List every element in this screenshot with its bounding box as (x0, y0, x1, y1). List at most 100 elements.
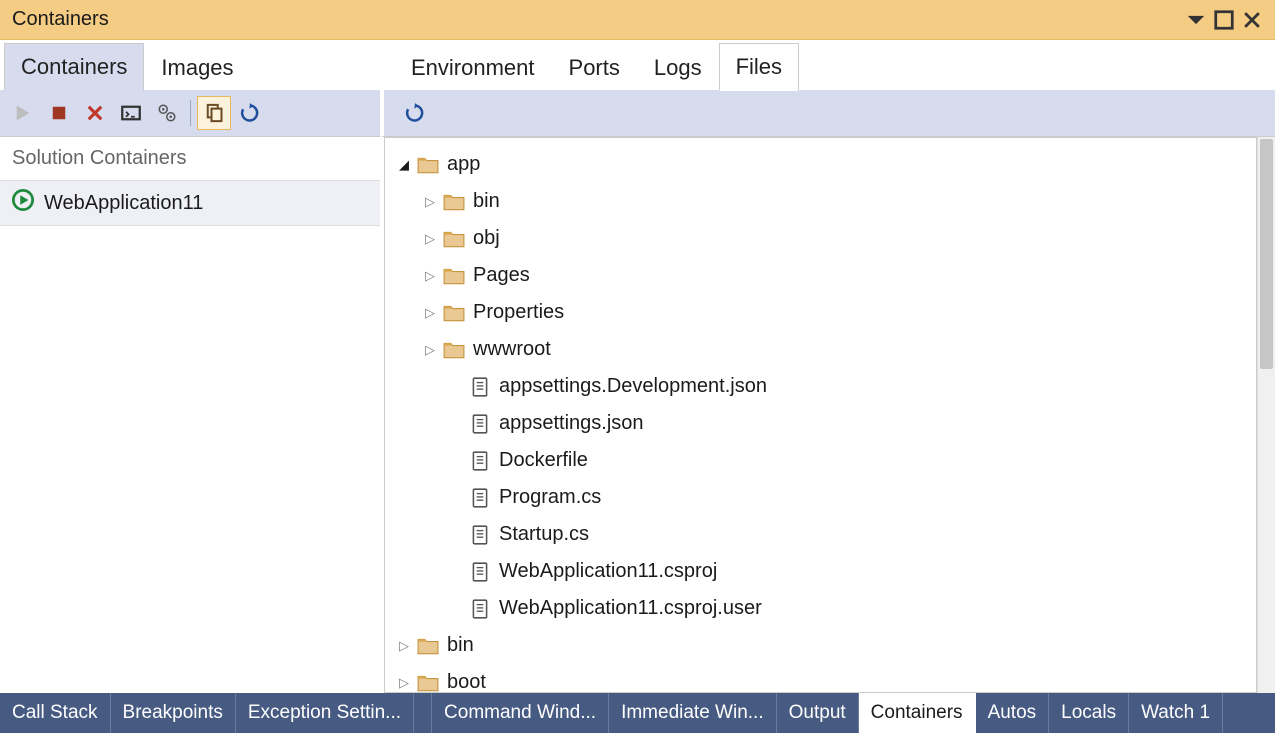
scrollbar-thumb[interactable] (1260, 139, 1273, 369)
tab-containers[interactable]: Containers (4, 43, 144, 91)
start-button[interactable] (6, 96, 40, 130)
tree-row[interactable]: ▷ bin (385, 183, 1256, 220)
file-icon (467, 525, 493, 545)
right-panel: ◢ app ▷ bin ▷ obj ▷ Pages ▷ Properties ▷ wwwroot app… (380, 136, 1275, 693)
left-tab-group: Containers Images (0, 40, 380, 90)
file-icon (467, 599, 493, 619)
folder-icon (415, 636, 441, 656)
tree-item-label: app (447, 153, 480, 176)
toolbar-separator (190, 100, 191, 126)
run-icon (12, 189, 34, 217)
remove-button[interactable] (78, 96, 112, 130)
folder-icon (441, 192, 467, 212)
settings-button[interactable] (150, 96, 184, 130)
folder-icon (441, 229, 467, 249)
tree-row[interactable]: ▷ Pages (385, 257, 1256, 294)
tab-environment[interactable]: Environment (394, 44, 552, 91)
bottom-tab[interactable]: Call Stack (0, 693, 111, 733)
terminal-button[interactable] (114, 96, 148, 130)
solution-containers-header: Solution Containers (0, 137, 380, 180)
bottom-tab[interactable]: Breakpoints (111, 693, 236, 733)
bottom-tab[interactable]: Output (777, 693, 859, 733)
tree-item-label: Pages (473, 264, 530, 287)
bottom-tab[interactable]: Autos (976, 693, 1050, 733)
tree-item-label: WebApplication11.csproj (499, 560, 717, 583)
right-tab-group: Environment Ports Logs Files (380, 40, 1275, 90)
tree-row[interactable]: ▷ wwwroot (385, 331, 1256, 368)
close-button[interactable] (1241, 9, 1263, 31)
left-panel: Solution Containers WebApplication11 (0, 136, 380, 693)
container-item-label: WebApplication11 (44, 192, 203, 215)
folder-icon (441, 266, 467, 286)
tree-row[interactable]: Program.cs (385, 479, 1256, 516)
refresh-left-button[interactable] (233, 96, 267, 130)
toolbar-row (0, 90, 1275, 136)
refresh-right-button[interactable] (398, 96, 432, 130)
tree-row[interactable]: Dockerfile (385, 442, 1256, 479)
main-area: Solution Containers WebApplication11 ◢ ap… (0, 136, 1275, 693)
bottom-tab-spacer (414, 693, 432, 733)
maximize-button[interactable] (1213, 9, 1235, 31)
tree-item-label: Startup.cs (499, 523, 589, 546)
tree-item-label: bin (447, 634, 474, 657)
folder-icon (415, 155, 441, 175)
bottom-tab[interactable]: Command Wind... (432, 693, 609, 733)
tree-row[interactable]: ▷ bin (385, 627, 1256, 664)
tree-row[interactable]: ▷ boot (385, 664, 1256, 693)
title-bar: Containers (0, 0, 1275, 40)
tree-item-label: WebApplication11.csproj.user (499, 597, 762, 620)
tree-row[interactable]: ◢ app (385, 146, 1256, 183)
collapse-icon[interactable]: ◢ (395, 157, 413, 173)
expand-icon[interactable]: ▷ (421, 342, 439, 358)
bottom-tab[interactable]: Exception Settin... (236, 693, 414, 733)
expand-icon[interactable]: ▷ (421, 194, 439, 210)
tree-item-label: bin (473, 190, 500, 213)
folder-icon (415, 673, 441, 693)
expand-icon[interactable]: ▷ (421, 268, 439, 284)
tree-row[interactable]: ▷ obj (385, 220, 1256, 257)
file-icon (467, 451, 493, 471)
bottom-tool-window-tabs: Call StackBreakpointsException Settin...… (0, 693, 1275, 733)
tree-row[interactable]: ▷ Properties (385, 294, 1256, 331)
bottom-tab[interactable]: Watch 1 (1129, 693, 1223, 733)
stop-button[interactable] (42, 96, 76, 130)
tree-item-label: Dockerfile (499, 449, 588, 472)
left-toolbar (0, 90, 380, 136)
tab-ports[interactable]: Ports (552, 44, 637, 91)
bottom-tab[interactable]: Locals (1049, 693, 1129, 733)
tab-images[interactable]: Images (144, 44, 250, 91)
tree-item-label: wwwroot (473, 338, 551, 361)
multi-container-button[interactable] (197, 96, 231, 130)
tab-logs[interactable]: Logs (637, 44, 719, 91)
expand-icon[interactable]: ▷ (395, 675, 413, 691)
folder-icon (441, 340, 467, 360)
tree-row[interactable]: WebApplication11.csproj (385, 553, 1256, 590)
expand-icon[interactable]: ▷ (421, 305, 439, 321)
tab-files[interactable]: Files (719, 43, 799, 91)
file-icon (467, 488, 493, 508)
dropdown-button[interactable] (1185, 9, 1207, 31)
expand-icon[interactable]: ▷ (395, 638, 413, 654)
file-icon (467, 562, 493, 582)
tree-row[interactable]: appsettings.json (385, 405, 1256, 442)
expand-icon[interactable]: ▷ (421, 231, 439, 247)
tree-item-label: Properties (473, 301, 564, 324)
tree-item-label: appsettings.Development.json (499, 375, 767, 398)
tree-row[interactable]: WebApplication11.csproj.user (385, 590, 1256, 627)
file-icon (467, 377, 493, 397)
tab-row: Containers Images Environment Ports Logs… (0, 40, 1275, 90)
window-title: Containers (12, 8, 1179, 31)
bottom-tab[interactable]: Containers (859, 693, 976, 733)
tree-item-label: Program.cs (499, 486, 601, 509)
tree-item-label: obj (473, 227, 500, 250)
folder-icon (441, 303, 467, 323)
scrollbar[interactable] (1257, 137, 1275, 693)
file-tree[interactable]: ◢ app ▷ bin ▷ obj ▷ Pages ▷ Properties ▷ wwwroot app… (384, 137, 1257, 693)
bottom-tab[interactable]: Immediate Win... (609, 693, 777, 733)
tree-row[interactable]: Startup.cs (385, 516, 1256, 553)
container-item[interactable]: WebApplication11 (0, 180, 380, 226)
right-toolbar (380, 90, 1275, 136)
tree-item-label: appsettings.json (499, 412, 644, 435)
tree-item-label: boot (447, 671, 486, 693)
tree-row[interactable]: appsettings.Development.json (385, 368, 1256, 405)
